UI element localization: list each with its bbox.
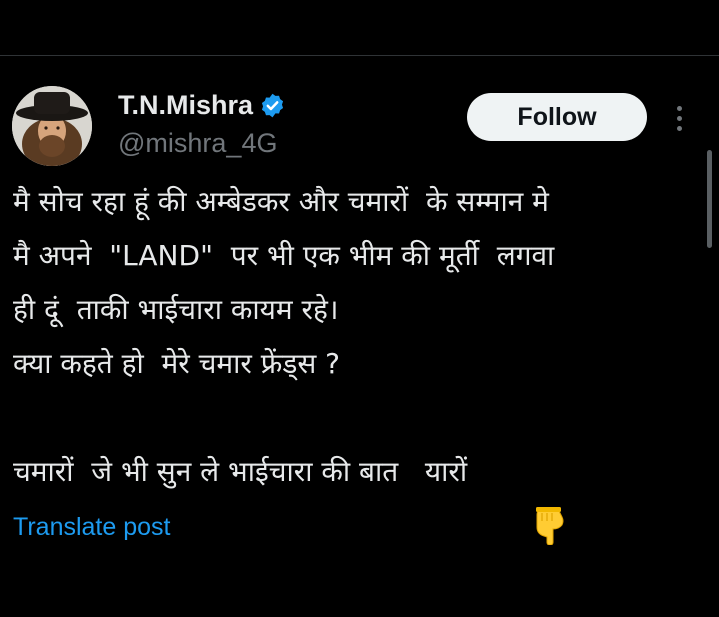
tweet-last-line: चमारों जे भी सुन ले भाईचारा की बात यारों — [13, 445, 703, 546]
tweet-line: क्या कहते हो मेरे चमार फ्रेंड्स ? — [13, 347, 341, 380]
more-dot — [676, 125, 682, 131]
follow-button[interactable]: Follow — [467, 93, 647, 141]
display-name[interactable]: T.N.Mishra — [118, 88, 253, 122]
author-name-row[interactable]: T.N.Mishra — [118, 88, 286, 122]
avatar[interactable] — [12, 86, 92, 166]
more-dot — [676, 115, 682, 121]
more-dot — [676, 105, 682, 111]
verified-badge-icon — [259, 92, 286, 119]
tweet-body: मै सोच रहा हूं की अम्बेडकर और चमारों के … — [13, 175, 703, 546]
tweet-line: चमारों जे भी सुन ले भाईचारा की बात यारों — [13, 455, 468, 488]
translate-post-link[interactable]: Translate post — [13, 511, 170, 543]
author-handle[interactable]: @mishra_4G — [118, 126, 277, 160]
tweet-line: मै सोच रहा हूं की अम्बेडकर और चमारों के … — [13, 185, 549, 218]
tweet-line: ही दूं ताकी भाईचारा कायम रहे। — [13, 293, 339, 326]
top-divider — [0, 55, 719, 56]
avatar-image — [12, 86, 92, 166]
more-vertical-icon[interactable] — [664, 100, 694, 136]
scrollbar[interactable] — [707, 150, 712, 248]
backhand-index-pointing-down-icon — [479, 453, 564, 546]
tweet-line: मै अपने "LAND" पर भी एक भीम की मूर्ती लग… — [13, 239, 555, 272]
